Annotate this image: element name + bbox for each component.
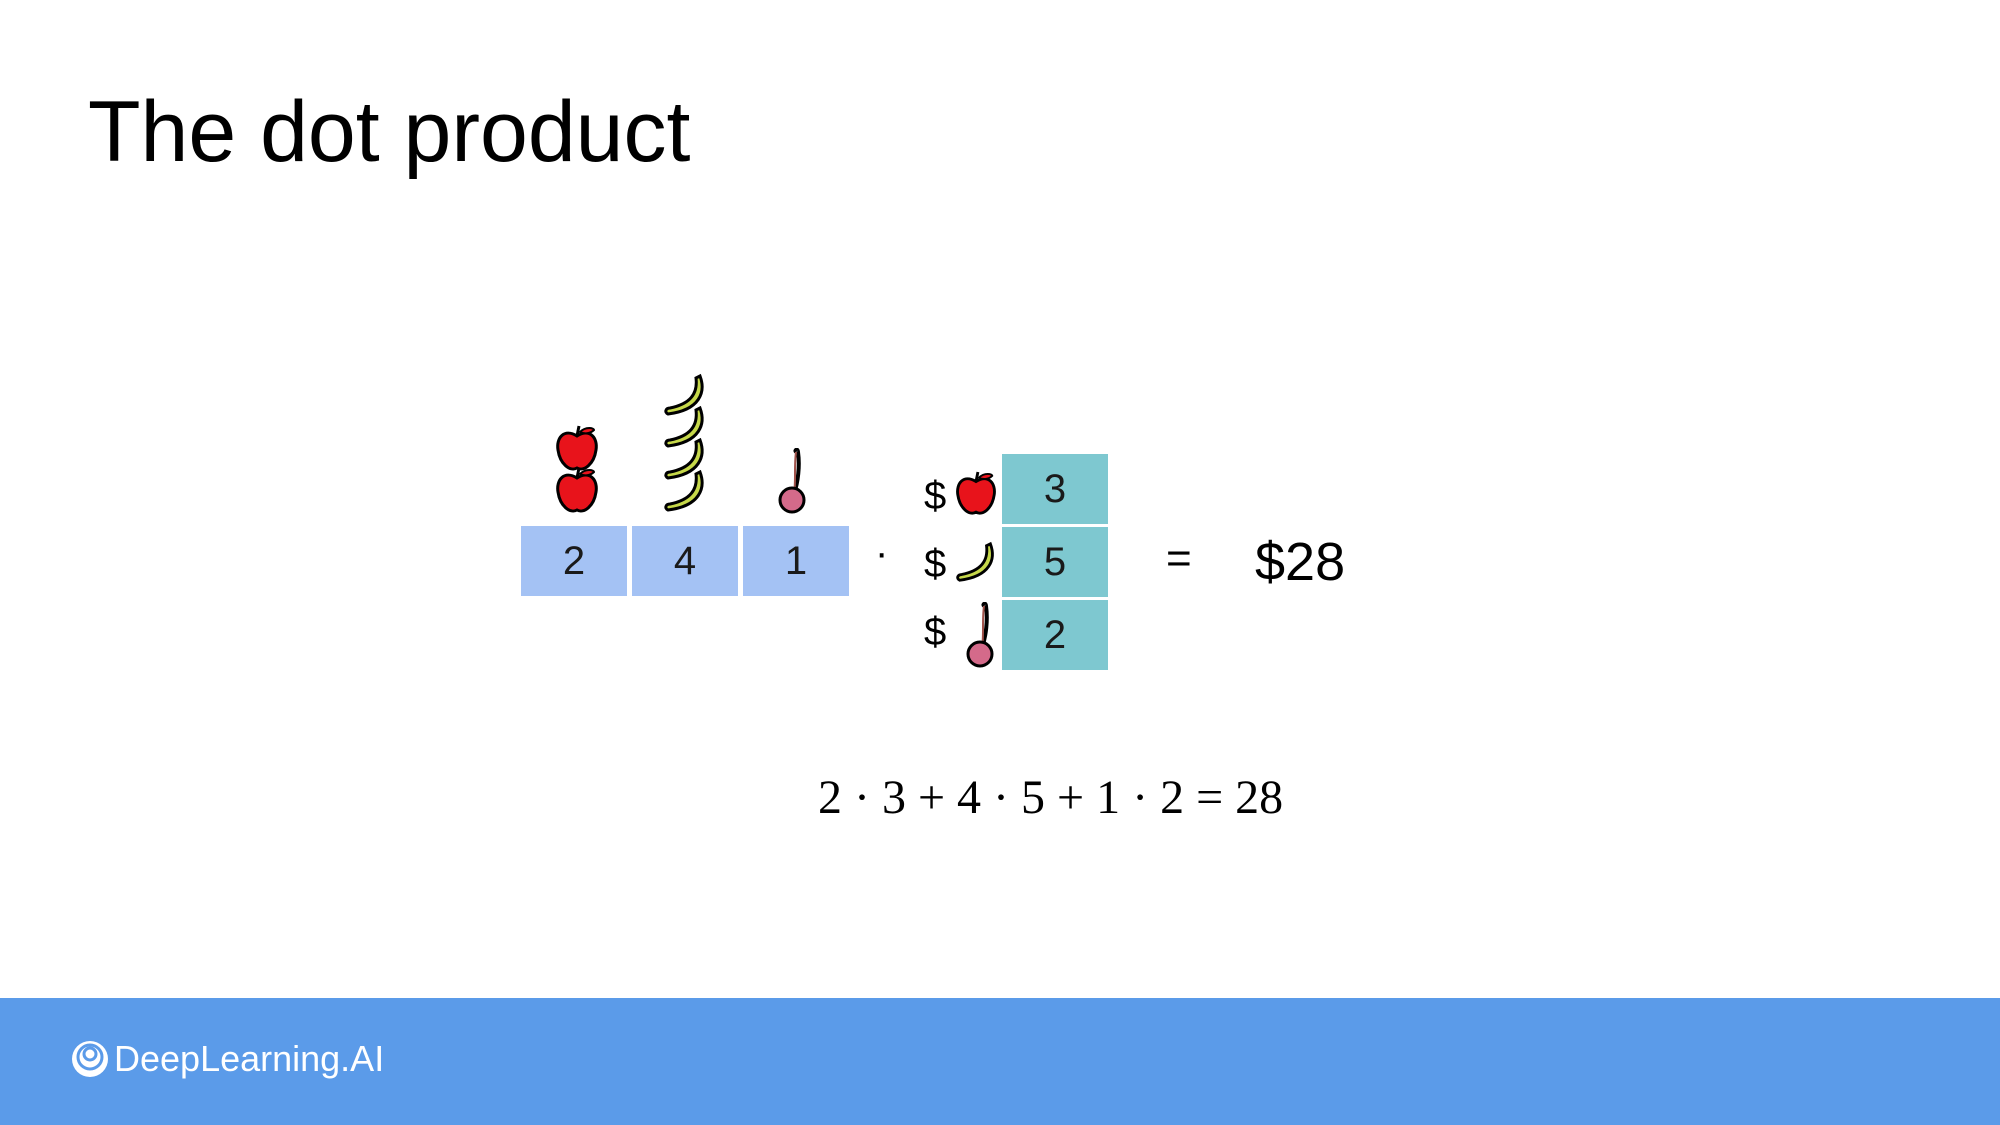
dot-operator: · [875,531,889,575]
quantity-cell-cherries: 1 [743,526,849,596]
price-cell-cherry: 2 [1002,600,1108,670]
price-cell-apple: 3 [1002,454,1108,524]
price-cell-banana: 5 [1002,527,1108,597]
dollar-sign: $ [924,474,947,518]
brand-name: DeepLearning.AI [114,1038,385,1079]
footer-bar: DeepLearning.AI [0,998,2000,1125]
deeplearning-logo-icon [72,1041,108,1077]
cherry-icon [778,448,806,514]
cherry-icon [966,602,994,668]
dot-product-equation: 2 · 3 + 4 · 5 + 1 · 2 = 28 [818,771,1284,824]
slide-title: The dot product [88,84,691,180]
quantity-cell-apples: 2 [521,526,627,596]
quantity-cell-bananas: 4 [632,526,738,596]
banana-icon [956,541,994,582]
result-value: $28 [1255,532,1346,592]
apple-icon [556,467,598,513]
dollar-sign: $ [924,542,947,586]
dollar-sign: $ [924,610,947,654]
apple-icon [956,471,996,515]
banana-icon [664,469,704,512]
equals-sign: = [1166,534,1192,583]
